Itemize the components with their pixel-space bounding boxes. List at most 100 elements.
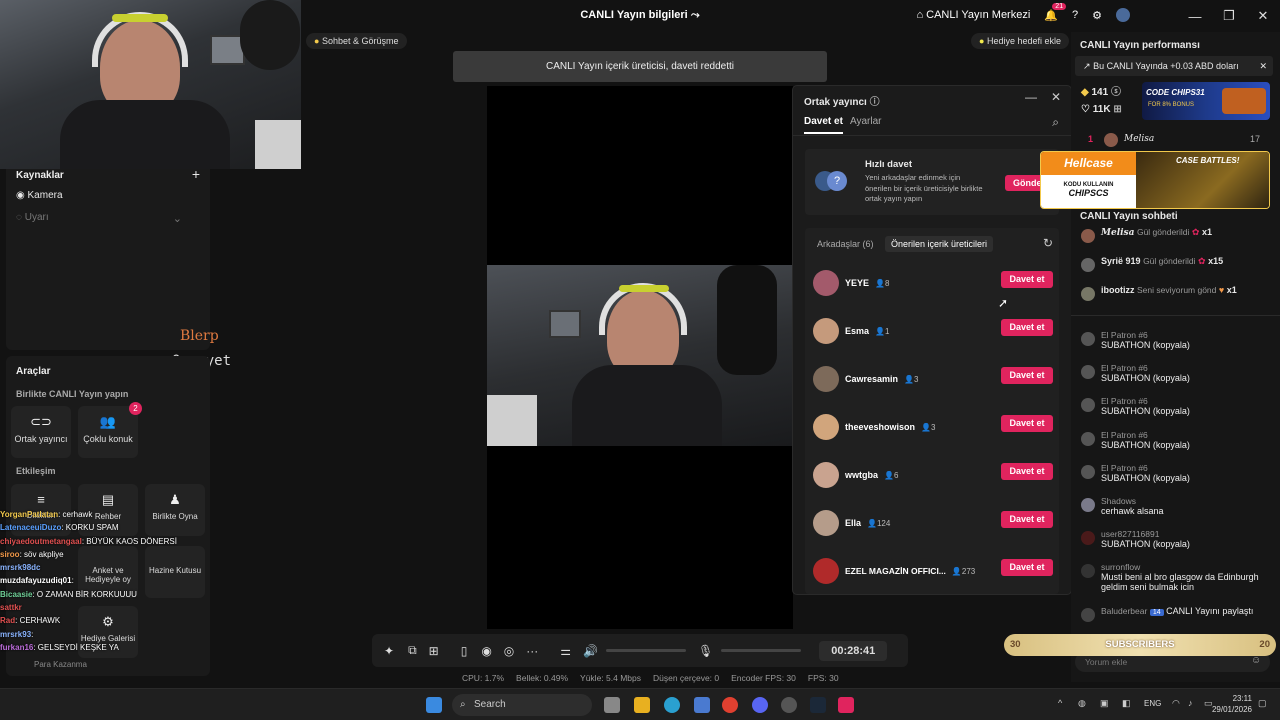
chrome-icon[interactable]	[722, 697, 738, 713]
tab-settings[interactable]: Ayarlar	[850, 116, 882, 127]
invite-button[interactable]: Davet et	[1001, 463, 1053, 480]
target-icon[interactable]: ◎	[504, 644, 514, 658]
tray-app-icon[interactable]: ▣	[1100, 698, 1109, 709]
source-alerts[interactable]: ◌ Uyarı	[16, 212, 49, 223]
file-explorer-icon[interactable]	[634, 697, 650, 713]
ad-code-box: KODU KULLANIN CHIPSCS	[1041, 175, 1136, 208]
language-indicator[interactable]: ENG	[1144, 699, 1161, 708]
heart-gift-icon: ♥	[1218, 285, 1225, 295]
cohost-button[interactable]: ⊂⊃ Ortak yayıncı	[11, 406, 71, 458]
sub-goal-right: 20	[1259, 639, 1270, 650]
avatar	[1081, 258, 1095, 272]
invite-button[interactable]: Davet et	[1001, 319, 1053, 336]
magic-icon[interactable]: ✦	[384, 644, 394, 658]
record-icon[interactable]: ◉	[481, 644, 491, 658]
help-icon[interactable]: ?	[1072, 9, 1078, 21]
emoji-icon[interactable]: ☺	[1251, 655, 1261, 666]
share-icon[interactable]: ⤳	[691, 9, 700, 21]
avatar	[1081, 332, 1095, 346]
tab-friends[interactable]: Arkadaşlar (6)	[817, 239, 874, 249]
tray-app-icon[interactable]: ◧	[1122, 698, 1131, 709]
tray-discord-icon[interactable]: ◍	[1078, 698, 1086, 709]
invite-button[interactable]: Davet et	[1001, 415, 1053, 432]
performance-title: CANLI Yayın performansı	[1080, 40, 1200, 51]
edge-icon[interactable]	[664, 697, 680, 713]
hellcase-ad: Hellcase KODU KULLANIN CHIPSCS CASE BATT…	[1040, 151, 1270, 209]
tools-title: Araçlar	[16, 366, 51, 377]
stream-controls-bar: ✦ ⧉ ⊞ ▯ ◉ ◎ ··· ⚌ 🔊 🎙 00:28:41	[372, 634, 908, 667]
live-center-button[interactable]: ⌂ CANLI Yayın Merkezi	[916, 9, 1030, 21]
mic-slider[interactable]	[721, 649, 802, 652]
top-user-score: 17	[1249, 134, 1260, 144]
viewer-count: 👤3	[921, 422, 936, 432]
invite-button[interactable]: Davet et	[1001, 511, 1053, 528]
avatar	[1081, 398, 1095, 412]
right-panel: CANLI Yayın performansı ↗ Bu CANLI Yayın…	[1040, 32, 1280, 682]
windows-start-icon[interactable]	[426, 697, 442, 713]
notification-center-icon[interactable]: ▢	[1258, 698, 1267, 709]
minimize-modal-icon[interactable]: —	[1025, 90, 1037, 104]
treasure-chest-image	[1222, 88, 1266, 114]
layout-icon[interactable]: ⊞	[429, 644, 439, 658]
store-icon[interactable]	[694, 697, 710, 713]
overlay-chat-line: furkan16: GELSEYDİ KEŞKE YA	[0, 642, 119, 652]
gift-goal-button[interactable]: ● Hediye hedefi ekle	[971, 33, 1070, 49]
maximize-icon[interactable]: ❐	[1212, 8, 1246, 24]
stats-bar: CPU: 1.7% Bellek: 0.49% Yükle: 5.4 Mbps …	[462, 673, 882, 683]
close-icon[interactable]: ✕	[1246, 8, 1280, 24]
notification-bell-icon[interactable]: 🔔 21	[1044, 2, 1067, 22]
list-item: EZEL MAGAZİN OFFICI... 👤273 Davet et	[813, 555, 1053, 587]
rank-number: 1	[1088, 134, 1094, 144]
phone-icon[interactable]: ▯	[461, 644, 468, 658]
info-icon[interactable]: ⓘ	[870, 97, 880, 108]
adjust-icon[interactable]: ⚌	[560, 644, 571, 658]
chevron-down-icon[interactable]: ⌄	[173, 212, 182, 225]
tab-suggested[interactable]: Önerilen içerik üreticileri	[885, 236, 994, 252]
multiguest-button[interactable]: 👥 Çoklu konuk 2	[78, 402, 142, 458]
clock[interactable]: 23:11 29/01/2026	[1208, 693, 1252, 715]
close-modal-icon[interactable]: ✕	[1051, 90, 1061, 104]
volume-icon[interactable]: 🔊	[583, 644, 598, 658]
screen-icon[interactable]: ⧉	[408, 643, 417, 658]
volume-icon[interactable]: ♪	[1188, 698, 1193, 708]
discord-icon[interactable]	[752, 697, 768, 713]
invite-button[interactable]: Davet et	[1001, 559, 1053, 576]
steam-icon[interactable]	[810, 697, 826, 713]
avatar	[813, 366, 839, 392]
viewer-count: 👤3	[904, 374, 919, 384]
tray-chevron-icon[interactable]: ^	[1058, 698, 1062, 708]
invite-button[interactable]: Davet et	[1001, 271, 1053, 288]
chat-message: user827116891 SUBATHON (kopyala)	[1081, 529, 1271, 549]
tiktok-live-icon[interactable]	[838, 697, 854, 713]
game-icon: ♟	[169, 492, 181, 507]
minimize-icon[interactable]: —	[1178, 9, 1212, 24]
close-icon[interactable]: ✕	[1259, 56, 1267, 76]
overlay-chat-line: muzdafayuzudiq01:	[0, 576, 74, 586]
coin-icon: ◆	[1081, 87, 1089, 98]
avatar	[813, 414, 839, 440]
invite-button[interactable]: Davet et	[1001, 367, 1053, 384]
fps-stat: FPS: 30	[807, 673, 839, 683]
avatar	[813, 270, 839, 296]
search-icon[interactable]: ⌕	[1052, 115, 1059, 130]
taskbar-search[interactable]: ⌕ Search	[452, 694, 592, 716]
more-icon[interactable]: ···	[526, 644, 538, 658]
volume-slider[interactable]	[606, 649, 686, 652]
mic-icon[interactable]: 🎙	[698, 644, 713, 658]
wifi-icon[interactable]: ◠	[1172, 698, 1180, 709]
chat-message: El Patron #6 SUBATHON (kopyala)	[1081, 430, 1271, 450]
profile-avatar[interactable]	[1116, 8, 1130, 22]
chat-message: El Patron #6 SUBATHON (kopyala)	[1081, 463, 1271, 483]
camera-icon: ◉	[16, 190, 25, 201]
tab-invite[interactable]: Davet et	[804, 116, 843, 134]
source-camera[interactable]: ◉ Kamera	[16, 190, 63, 201]
settings-icon[interactable]: ⚙	[1092, 9, 1102, 22]
task-view-icon[interactable]	[604, 697, 620, 713]
ad-brand: Hellcase	[1041, 152, 1136, 175]
avatar	[813, 558, 839, 584]
chat-call-pill[interactable]: ● Sohbet & Görüşme	[306, 33, 407, 49]
app-icon[interactable]	[781, 697, 797, 713]
refresh-icon[interactable]: ↻	[1043, 236, 1053, 250]
dropped-frames-stat: Düşen çerçeve: 0	[652, 673, 720, 683]
chat-message: Shadows cerhawk alsana	[1081, 496, 1271, 516]
